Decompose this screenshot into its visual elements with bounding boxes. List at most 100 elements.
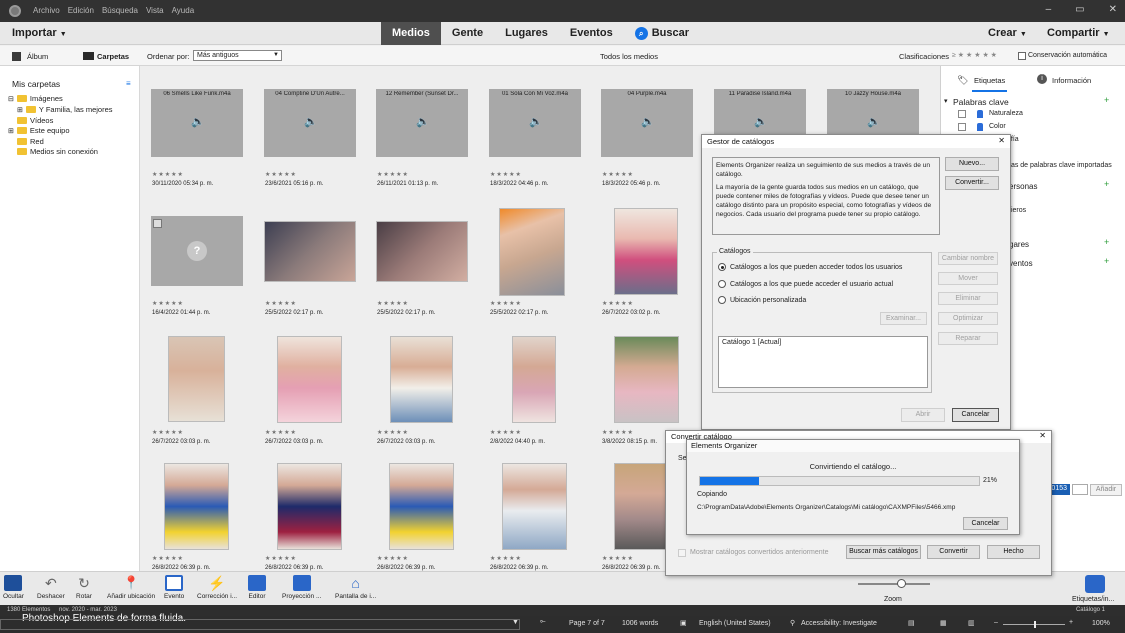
media-item[interactable]: 12 Remember (Sunset Dr... 🔈 ★★★★★ 26/11/202… — [365, 89, 485, 209]
media-item[interactable]: 06 Smells Like Funk.m4a 🔈 ★★★★★ 30/11/2020 … — [140, 89, 260, 209]
media-item[interactable]: ★★★★★ 26/7/2022 03:03 p. m. — [140, 336, 260, 456]
event-button[interactable]: Evento — [164, 575, 184, 600]
home-screen-button[interactable]: ⌂ Pantalla de i... — [335, 575, 376, 600]
rating-stars[interactable]: ★★★★★ — [377, 429, 409, 436]
media-item[interactable]: ★★★★★ 26/8/2022 06:39 p. m. — [365, 463, 485, 583]
carpetas-tab[interactable]: Carpetas — [97, 52, 129, 61]
rating-stars[interactable]: ★★★★★ — [152, 555, 184, 562]
autosave-checkbox[interactable] — [1018, 52, 1026, 60]
zoom-in-icon[interactable]: + — [1069, 619, 1073, 626]
radio-all-users[interactable]: Catálogos a los que pueden acceder todos… — [718, 263, 902, 271]
web-layout-icon[interactable]: ▥ — [968, 619, 975, 627]
import-button[interactable]: Importar ▼ — [12, 27, 67, 39]
expand-icon[interactable]: ⊞ — [8, 127, 14, 135]
arrow-icon[interactable]: ⟜ — [540, 618, 546, 626]
word-zoom-level[interactable]: 100% — [1092, 620, 1110, 627]
media-item[interactable]: ★★★★★ 26/8/2022 06:39 p. m. — [253, 463, 373, 583]
optimize-button[interactable]: Optimizar — [938, 312, 998, 325]
keyword-checkbox[interactable] — [958, 110, 966, 118]
radio-unselected[interactable] — [718, 296, 726, 304]
panel-menu-icon[interactable]: ≡ — [126, 79, 131, 88]
radio-custom-location[interactable]: Ubicación personalizada — [718, 296, 806, 304]
tree-item-red[interactable]: Red — [17, 137, 44, 146]
media-item[interactable]: ? ★★★★★ 16/4/2022 01:44 p. m. — [140, 216, 260, 336]
album-tab[interactable]: Álbum — [27, 52, 48, 61]
rating-stars[interactable]: ★★★★★ — [490, 555, 522, 562]
rating-stars[interactable]: ★★★★★ — [265, 429, 297, 436]
media-item[interactable]: ★★★★★ 26/8/2022 06:39 p. m. — [140, 463, 260, 583]
convert-catalog-button[interactable]: Convertir... — [945, 176, 999, 190]
minimize-icon[interactable]: – — [1046, 4, 1052, 15]
rating-stars[interactable]: ★★★★★ — [377, 171, 409, 178]
word-zoom-thumb[interactable] — [1034, 621, 1036, 628]
tab-etiquetas[interactable]: Etiquetas — [974, 76, 1005, 85]
add-icon[interactable]: + — [1104, 256, 1109, 266]
print-layout-icon[interactable]: ▦ — [940, 619, 947, 627]
media-item[interactable]: ★★★★★ 25/5/2022 02:17 p. m. — [253, 216, 373, 336]
search-button[interactable]: ⌕ Buscar — [624, 22, 700, 45]
close-icon[interactable]: ✕ — [1039, 431, 1046, 440]
zoom-out-icon[interactable]: – — [994, 619, 998, 626]
rating-stars[interactable]: ★★★★★ — [377, 300, 409, 307]
menu-ayuda[interactable]: Ayuda — [172, 6, 195, 15]
share-button[interactable]: Compartir ▼ — [1047, 27, 1110, 39]
rating-stars[interactable]: ★★★★★ — [265, 555, 297, 562]
collapse-icon[interactable]: ▾ — [944, 97, 948, 105]
add-tag-button[interactable]: Añadir — [1090, 484, 1122, 496]
chevron-down-icon[interactable]: ▼ — [512, 619, 519, 626]
rating-stars[interactable]: ★★★★★ — [265, 171, 297, 178]
rating-stars[interactable]: ★★★★★ — [152, 300, 184, 307]
media-item[interactable]: ★★★★★ 2/8/2022 04:40 p. m. — [478, 336, 598, 456]
move-button[interactable]: Mover — [938, 272, 998, 285]
rating-stars[interactable]: ★★★★★ — [602, 555, 634, 562]
radio-current-user[interactable]: Catálogos a los que puede acceder el usu… — [718, 280, 893, 288]
zoom-slider-track[interactable] — [858, 583, 930, 585]
close-icon[interactable]: ✕ — [1109, 4, 1117, 15]
media-item[interactable]: ★★★★★ 26/7/2022 03:03 p. m. — [253, 336, 373, 456]
add-location-button[interactable]: 📍 Añadir ubicación — [107, 575, 155, 600]
hide-panel-button[interactable]: Ocultar — [3, 575, 24, 600]
rating-stars[interactable]: ★★★★★ — [602, 429, 634, 436]
delete-button[interactable]: Eliminar — [938, 292, 998, 305]
menu-archivo[interactable]: Archivo — [33, 6, 60, 15]
open-button[interactable]: Abrir — [901, 408, 945, 422]
rating-stars[interactable]: ★★★★★ — [265, 300, 297, 307]
page-count[interactable]: Page 7 of 7 — [569, 620, 605, 627]
tree-item-equipo[interactable]: ⊞ Este equipo — [8, 126, 70, 135]
add-keyword-icon[interactable]: + — [1104, 95, 1109, 105]
collapse-icon[interactable]: ⊟ — [8, 95, 14, 103]
close-icon[interactable]: ✕ — [998, 136, 1005, 145]
tab-eventos[interactable]: Eventos — [559, 22, 624, 45]
undo-button[interactable]: ↶ Deshacer — [37, 575, 65, 600]
rating-stars[interactable]: ★★★★★ — [377, 555, 409, 562]
rating-stars[interactable]: ★★★★★ — [490, 171, 522, 178]
tag-input[interactable] — [1072, 484, 1088, 495]
tab-lugares[interactable]: Lugares — [494, 22, 559, 45]
tree-item-offline[interactable]: Medios sin conexión — [17, 147, 98, 156]
quick-fix-button[interactable]: ⚡ Corrección i... — [197, 575, 237, 600]
rating-stars[interactable]: ★★★★★ — [152, 171, 184, 178]
editor-button[interactable]: Editor — [248, 575, 266, 600]
zoom-slider-thumb[interactable] — [897, 579, 906, 588]
tree-item-videos[interactable]: Vídeos — [17, 116, 53, 125]
language[interactable]: English (United States) — [699, 620, 771, 627]
read-mode-icon[interactable]: ▤ — [908, 619, 915, 627]
media-item[interactable]: ★★★★★ 25/5/2022 02:17 p. m. — [478, 208, 598, 336]
media-item[interactable]: ★★★★★ 26/7/2022 03:02 p. m. — [590, 208, 710, 336]
media-item[interactable]: ★★★★★ 26/7/2022 03:03 p. m. — [365, 336, 485, 456]
slideshow-button[interactable]: Proyección ... — [282, 575, 321, 600]
rating-stars[interactable]: ★★★★★ — [490, 300, 522, 307]
media-item[interactable]: ★★★★★ 25/5/2022 02:17 p. m. — [365, 216, 485, 336]
sort-select[interactable]: Más antiguos ▼ — [193, 50, 282, 61]
rotate-button[interactable]: ↻ Rotar — [75, 575, 93, 600]
rename-button[interactable]: Cambiar nombre — [938, 252, 998, 265]
find-more-button[interactable]: Buscar más catálogos — [846, 545, 921, 559]
ratings-filter[interactable]: ≥ ★ ★ ★ ★ ★ — [952, 51, 997, 59]
tab-informacion[interactable]: Información — [1052, 76, 1091, 85]
radio-selected[interactable] — [718, 263, 726, 271]
cancel-conversion-button[interactable]: Cancelar — [963, 517, 1008, 530]
add-icon[interactable]: + — [1104, 237, 1109, 247]
catalog-list[interactable]: Catálogo 1 [Actual] — [718, 336, 928, 388]
media-item[interactable]: 04 Purple.m4a 🔈 ★★★★★ 18/3/2022 05:46 p. m. — [590, 89, 710, 209]
tree-item-familia[interactable]: ⊞ Y Familia, las mejores — [17, 105, 113, 114]
